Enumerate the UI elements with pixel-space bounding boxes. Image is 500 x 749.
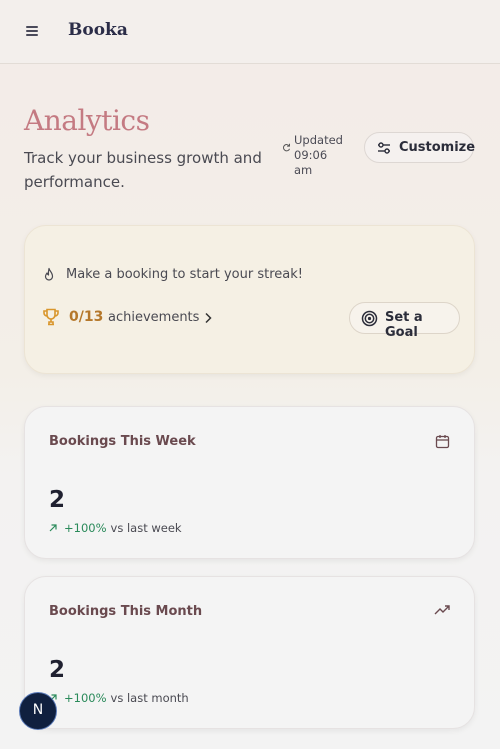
chevron-right-icon xyxy=(205,312,212,324)
stat-change: +100% vs last month xyxy=(49,691,189,705)
trophy-icon xyxy=(43,308,59,326)
top-header: Booka xyxy=(0,0,500,64)
stat-card-bookings-month[interactable]: Bookings This Month 2 +100% vs last month xyxy=(24,576,475,729)
streak-text: Make a booking to start your streak! xyxy=(66,267,303,282)
set-goal-button[interactable]: Set a Goal xyxy=(349,302,460,340)
page-title: Analytics xyxy=(24,104,150,137)
achievements-label: achievements xyxy=(108,310,200,325)
stat-value: 2 xyxy=(49,487,66,513)
hamburger-menu-icon[interactable] xyxy=(25,24,41,38)
streak-message: Make a booking to start your streak! xyxy=(42,267,303,282)
stat-change: +100% vs last week xyxy=(49,521,182,535)
last-updated: Updated 09:06 am xyxy=(283,133,345,178)
sliders-icon xyxy=(378,142,390,154)
achievements-count: 0/13 xyxy=(69,309,104,325)
stat-card-bookings-week[interactable]: Bookings This Week 2 +100% vs last week xyxy=(24,406,475,559)
stat-change-percent: +100% xyxy=(64,691,107,705)
target-icon xyxy=(361,310,378,327)
updated-label: Updated xyxy=(294,133,343,147)
calendar-icon xyxy=(435,435,450,449)
set-goal-label: Set a Goal xyxy=(385,310,423,340)
brand-logo-text: Booka xyxy=(68,20,128,40)
app-window: Booka Analytics Track your business grow… xyxy=(0,0,500,749)
page-subtitle: Track your business growth and performan… xyxy=(24,149,262,191)
flame-icon xyxy=(44,267,54,281)
refresh-icon xyxy=(283,143,291,152)
customize-label: Customize xyxy=(399,140,476,155)
trending-up-icon xyxy=(434,605,450,615)
stat-change-percent: +100% xyxy=(64,521,107,535)
stat-value: 2 xyxy=(49,657,66,683)
stat-title: Bookings This Month xyxy=(49,604,203,619)
stat-title: Bookings This Week xyxy=(49,434,196,449)
streak-card: Make a booking to start your streak! 0/1… xyxy=(24,225,475,374)
user-avatar[interactable]: N xyxy=(19,692,57,730)
arrow-up-right-icon xyxy=(49,524,57,532)
customize-button[interactable]: Customize xyxy=(364,132,476,163)
stat-compare: vs last week xyxy=(110,521,182,535)
updated-time: 09:06 am xyxy=(294,148,328,177)
stat-compare: vs last month xyxy=(110,691,189,705)
